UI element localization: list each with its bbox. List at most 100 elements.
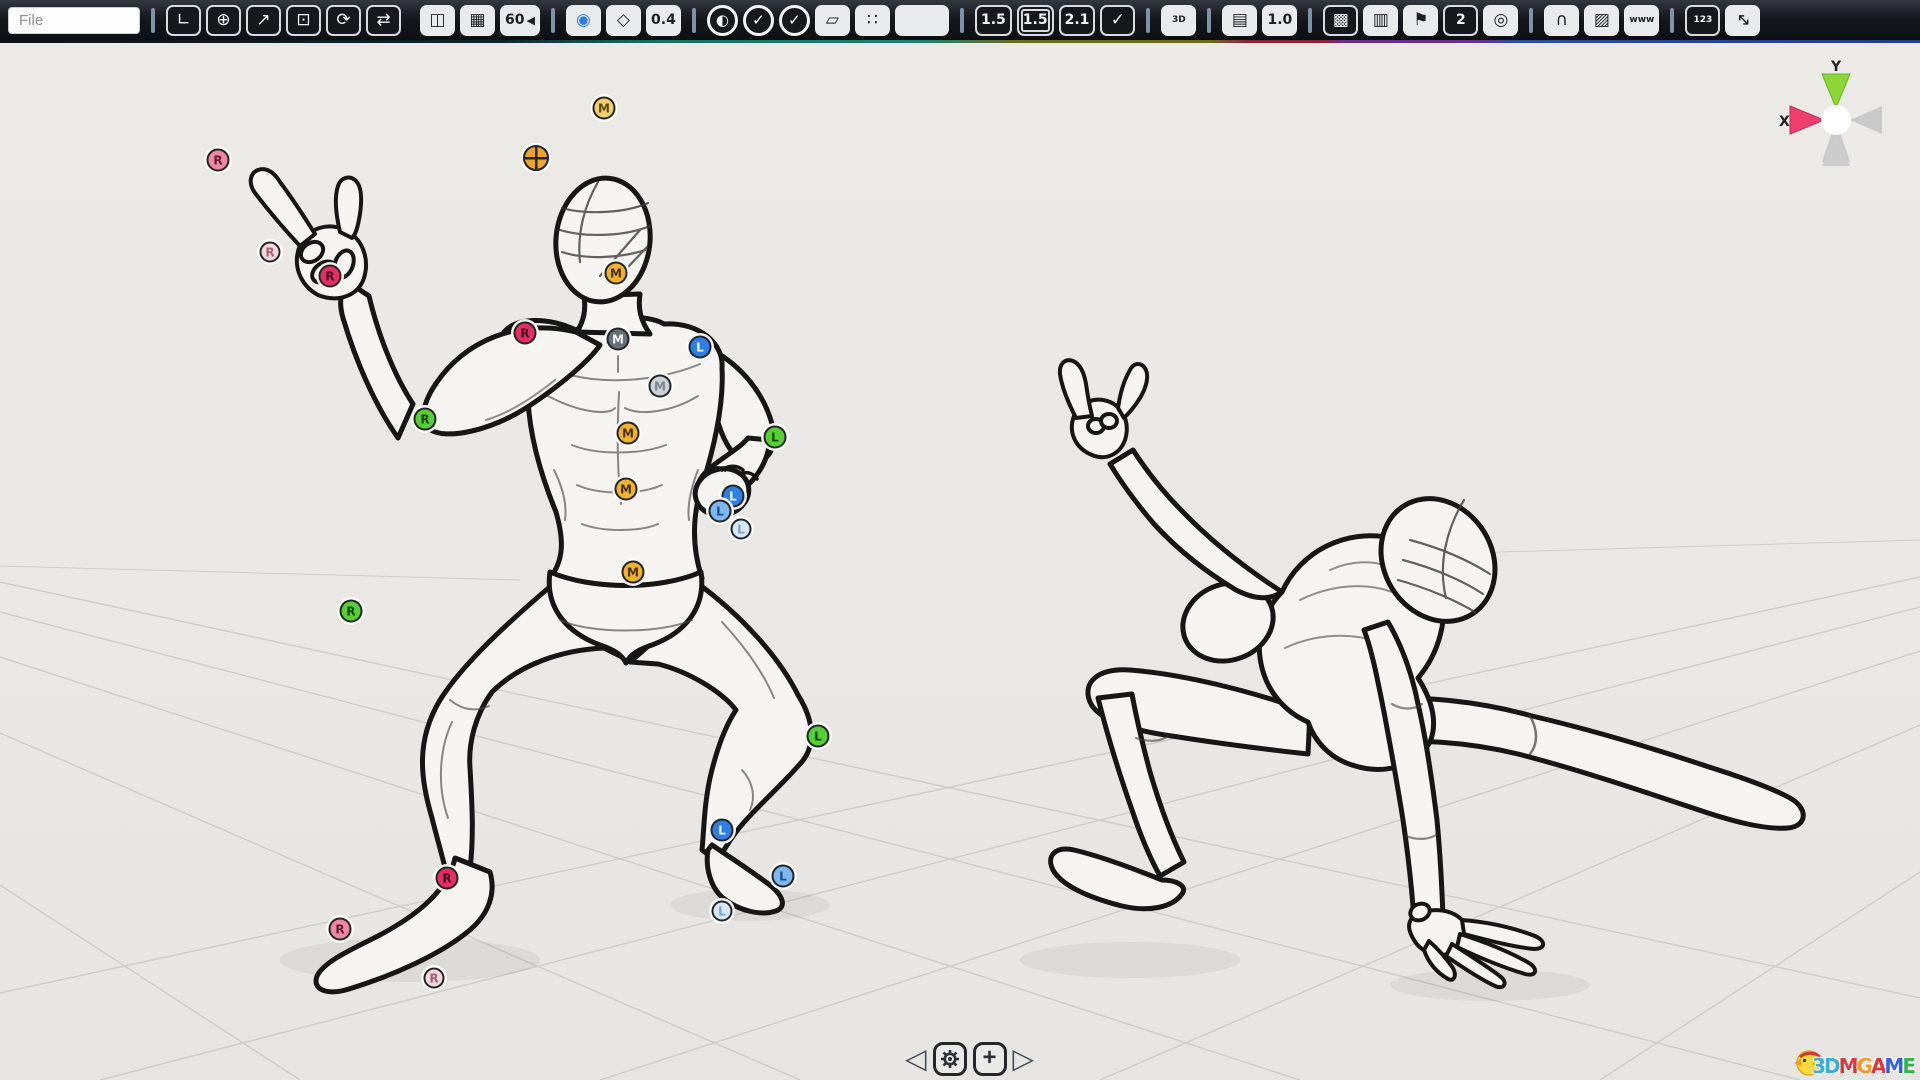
folder-3d-button[interactable]: 3D (1161, 5, 1196, 36)
rotate-glyph: ⟳ (336, 12, 350, 29)
camera-glyph: ◎ (1493, 12, 1508, 29)
floor-grid (0, 540, 1920, 1080)
audio-headphones-icon[interactable]: ∩ (1544, 5, 1579, 36)
sphere-glyph: ◐ (716, 13, 729, 28)
separator (1670, 8, 1674, 33)
body-scale-value[interactable]: 1.5 (1017, 5, 1054, 36)
joint-marker-l[interactable]: L (711, 819, 734, 842)
joint-marker-r[interactable]: R (436, 867, 459, 890)
version-value[interactable]: 1.0 (1262, 5, 1297, 36)
joint-marker-l[interactable]: L (712, 901, 733, 922)
joint-marker-r[interactable]: R (414, 408, 437, 431)
pose-settings-button[interactable] (933, 1042, 967, 1076)
joint-marker-l[interactable]: L (709, 500, 732, 523)
web-www-icon[interactable]: www (1624, 5, 1659, 36)
blank-canvas-swatch[interactable] (895, 5, 949, 36)
watermark-letter: E (1902, 1054, 1914, 1078)
separator (692, 8, 696, 33)
globe-view-icon[interactable]: ⊕ (206, 5, 241, 36)
separator (1146, 8, 1150, 33)
watermark-text: 3DMGAME (1812, 1054, 1914, 1078)
joint-marker-r[interactable]: R (207, 149, 230, 172)
frame-selection-icon[interactable]: ⊡ (286, 5, 321, 36)
check-glyph: ✓ (788, 13, 801, 28)
axis-y-label: Y (1830, 59, 1842, 75)
limb-scale-value[interactable]: 2.1 (1059, 5, 1096, 36)
numbered-cube-icon[interactable]: 123 (1685, 5, 1720, 36)
film-frame-button[interactable]: 2 (1443, 5, 1478, 36)
pose-flag-icon[interactable]: ⚑ (1403, 5, 1438, 36)
auto-check-icon[interactable]: ✓ (743, 5, 774, 36)
toolbar-items: ∟⊕↗⊡⟳⇄◫▦60◀◉◇0.4◐✓✓▱∷1.51.52.1✓3D▤1.0▩▥⚑… (145, 5, 1760, 36)
axis-gizmo[interactable]: Y X (1778, 58, 1894, 184)
axis-y-cone (1822, 74, 1850, 108)
joint-marker-l[interactable]: L (731, 519, 752, 540)
next-pose-button[interactable]: ▷ (1013, 1042, 1035, 1076)
joint-marker-m[interactable]: M (615, 478, 638, 501)
axis-view-icon[interactable]: ∟ (166, 5, 201, 36)
prev-pose-button[interactable]: ◁ (905, 1042, 927, 1076)
library-building-icon[interactable]: ▤ (1222, 5, 1257, 36)
grid-glyph: ▦ (469, 12, 485, 29)
joint-marker-l[interactable]: L (772, 865, 795, 888)
joint-marker-m[interactable]: M (649, 375, 672, 398)
extrude-box-icon[interactable]: ▱ (815, 5, 850, 36)
scene-canvas (0, 0, 1920, 1080)
add-pose-button[interactable]: + (973, 1042, 1007, 1076)
opacity-value[interactable]: 0.4 (646, 5, 681, 36)
joint-marker-m[interactable]: M (607, 328, 630, 351)
joint-marker-m[interactable]: M (593, 97, 616, 120)
figure-right-mannequin[interactable] (1051, 360, 1804, 987)
checkbox-checked-icon[interactable]: ✓ (1100, 5, 1135, 36)
joint-marker-l[interactable]: L (689, 336, 712, 359)
zoom-extents-icon[interactable]: ↗ (246, 5, 281, 36)
equalizer-glyph: ▥ (1373, 12, 1389, 29)
file-menu-button[interactable]: File (8, 7, 140, 34)
viewport-3d[interactable]: RMRRMRMLMRMLMLLLMRLLRLLRR Y X (0, 0, 1920, 1080)
joint-marker-r[interactable]: R (424, 968, 445, 989)
joint-marker-r[interactable]: R (329, 918, 352, 941)
pan-camera-icon[interactable]: ⇄ (366, 5, 401, 36)
timeline-bars-icon[interactable]: ▥ (1363, 5, 1398, 36)
dither-material-icon[interactable]: ▩ (1323, 5, 1358, 36)
joint-spheres-icon[interactable]: ∷ (855, 5, 890, 36)
focus-target-icon[interactable]: ◉ (566, 5, 601, 36)
globe-glyph: ⊕ (216, 12, 230, 29)
floor-grid-icon[interactable]: ▦ (460, 5, 495, 36)
headphones-glyph: ∩ (1556, 12, 1568, 29)
separator (551, 8, 555, 33)
joint-marker-r[interactable]: R (514, 322, 537, 345)
joint-marker-m[interactable]: M (622, 561, 645, 584)
joint-marker-l[interactable]: L (807, 725, 830, 748)
image-gallery-icon[interactable]: ▨ (1584, 5, 1619, 36)
separator (151, 8, 155, 33)
axis-x-cone (1790, 106, 1824, 134)
history-cube-icon[interactable]: ◫ (420, 5, 455, 36)
separator (1529, 8, 1533, 33)
confirm-check-icon[interactable]: ✓ (779, 5, 810, 36)
rotate-camera-icon[interactable]: ⟳ (326, 5, 361, 36)
camera-capture-icon[interactable]: ◎ (1483, 5, 1518, 36)
joint-marker-l[interactable]: L (764, 426, 787, 449)
figure-left-mannequin[interactable] (251, 169, 812, 992)
joint-marker-r[interactable]: R (260, 242, 281, 263)
joint-marker-r[interactable]: R (319, 265, 342, 288)
check-glyph: ✓ (752, 13, 765, 28)
history-glyph: ◫ (429, 12, 445, 29)
fps-button[interactable]: 60◀ (500, 5, 540, 36)
toolbar: File ∟⊕↗⊡⟳⇄◫▦60◀◉◇0.4◐✓✓▱∷1.51.52.1✓3D▤1… (0, 0, 1920, 40)
head-scale-value-label: 1.5 (981, 13, 1006, 27)
joint-marker-m[interactable]: M (617, 422, 640, 445)
joint-marker-m[interactable]: M (605, 262, 628, 285)
joint-marker-target[interactable] (523, 145, 549, 171)
folder-3d-button-label: 3D (1172, 16, 1186, 25)
gizmo-center (1821, 105, 1851, 135)
joint-marker-r[interactable]: R (340, 600, 363, 623)
fullscreen-icon[interactable]: ↔ (1725, 5, 1760, 36)
head-scale-value[interactable]: 1.5 (975, 5, 1012, 36)
cube-glyph: ◇ (617, 12, 630, 29)
separator (1207, 8, 1211, 33)
flag-glyph: ⚑ (1413, 12, 1428, 29)
shaded-sphere-icon[interactable]: ◐ (707, 5, 738, 36)
cube-outline-icon[interactable]: ◇ (606, 5, 641, 36)
